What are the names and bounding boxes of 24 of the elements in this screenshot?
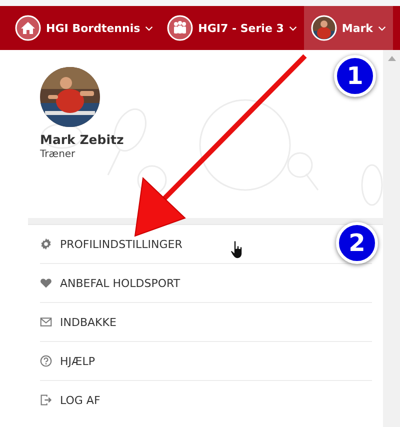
menu-item[interactable]: INDBAKKE [40, 303, 116, 341]
hand-cursor-icon [230, 240, 244, 260]
settings-icon [40, 238, 52, 250]
user-name: Mark Zebitz [40, 132, 125, 147]
step-badge: 2 [336, 222, 378, 264]
group-icon [167, 15, 194, 41]
nav-menu-button[interactable]: HGI7 - Serie 3 [160, 6, 304, 50]
chevron-down-icon [288, 26, 297, 30]
home-icon [15, 15, 42, 41]
menu-item[interactable]: HJÆLP [40, 342, 95, 380]
logout-icon [40, 394, 52, 406]
scrollbar[interactable] [383, 50, 400, 427]
scroll-up-icon [388, 56, 396, 61]
heart-icon [40, 277, 52, 289]
envelope-icon [40, 316, 52, 328]
chevron-down-icon [378, 26, 386, 30]
user-role: Træner [40, 149, 76, 160]
step-badge: 1 [334, 55, 376, 97]
menu-item[interactable]: ANBEFAL HOLDSPORT [40, 264, 180, 302]
menu-item[interactable]: LOG AF [40, 381, 100, 419]
nav-menu-button[interactable]: HGI Bordtennis [8, 6, 160, 50]
chevron-down-icon [145, 26, 154, 30]
help-icon [40, 355, 52, 367]
nav-menu-button[interactable]: Mark [304, 6, 393, 50]
